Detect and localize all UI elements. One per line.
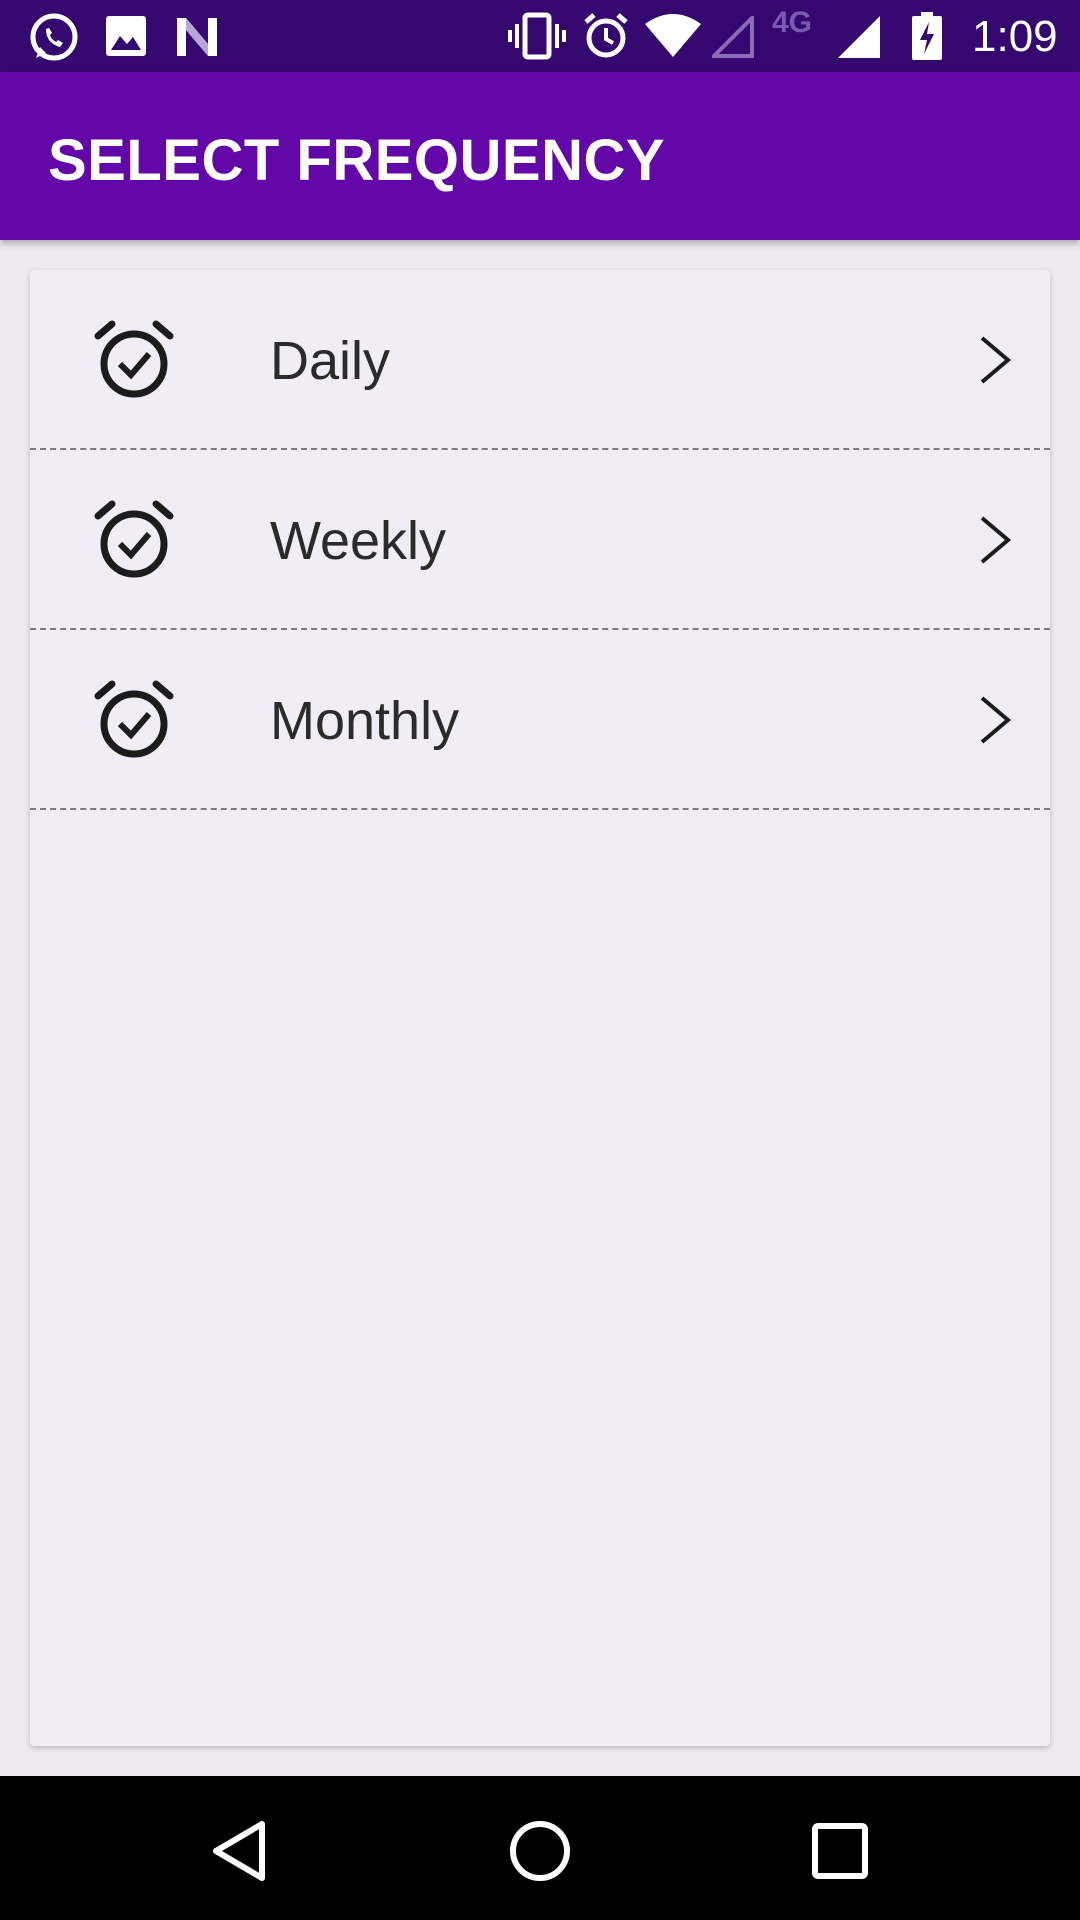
n-logo-icon (177, 18, 217, 56)
network-type-label: 4G (772, 6, 813, 39)
navigation-bar (0, 1776, 1080, 1920)
list-item-label: Daily (270, 331, 391, 391)
vibrate-icon (508, 12, 566, 60)
alarm-check-icon (94, 680, 174, 758)
chevron-right-icon (980, 696, 1012, 744)
list-item-weekly[interactable]: Weekly (30, 450, 1050, 630)
back-icon[interactable] (204, 1816, 274, 1886)
battery-charging-icon (912, 12, 942, 60)
home-icon[interactable] (505, 1816, 575, 1886)
list-item-label: Monthly (270, 691, 460, 751)
image-icon (106, 16, 146, 56)
alarm-check-icon (94, 320, 174, 398)
signal-weak-icon (712, 16, 754, 58)
status-time: 1:09 (972, 12, 1058, 61)
page-title: SELECT FREQUENCY (48, 128, 666, 193)
alarm-icon (584, 13, 628, 58)
status-bar: 4G 1:09 (0, 0, 1080, 72)
chevron-right-icon (980, 336, 1012, 384)
signal-icon (838, 16, 880, 58)
chevron-right-icon (980, 516, 1012, 564)
frequency-card: Daily Weekly Monthly (30, 270, 1050, 1746)
list-item-daily[interactable]: Daily (30, 270, 1050, 450)
wifi-icon (645, 14, 701, 57)
list-item-monthly[interactable]: Monthly (30, 630, 1050, 810)
app-bar: SELECT FREQUENCY (0, 72, 1080, 240)
list-item-label: Weekly (270, 511, 447, 571)
recents-icon[interactable] (805, 1816, 875, 1886)
alarm-check-icon (94, 500, 174, 578)
whatsapp-icon (30, 13, 78, 61)
